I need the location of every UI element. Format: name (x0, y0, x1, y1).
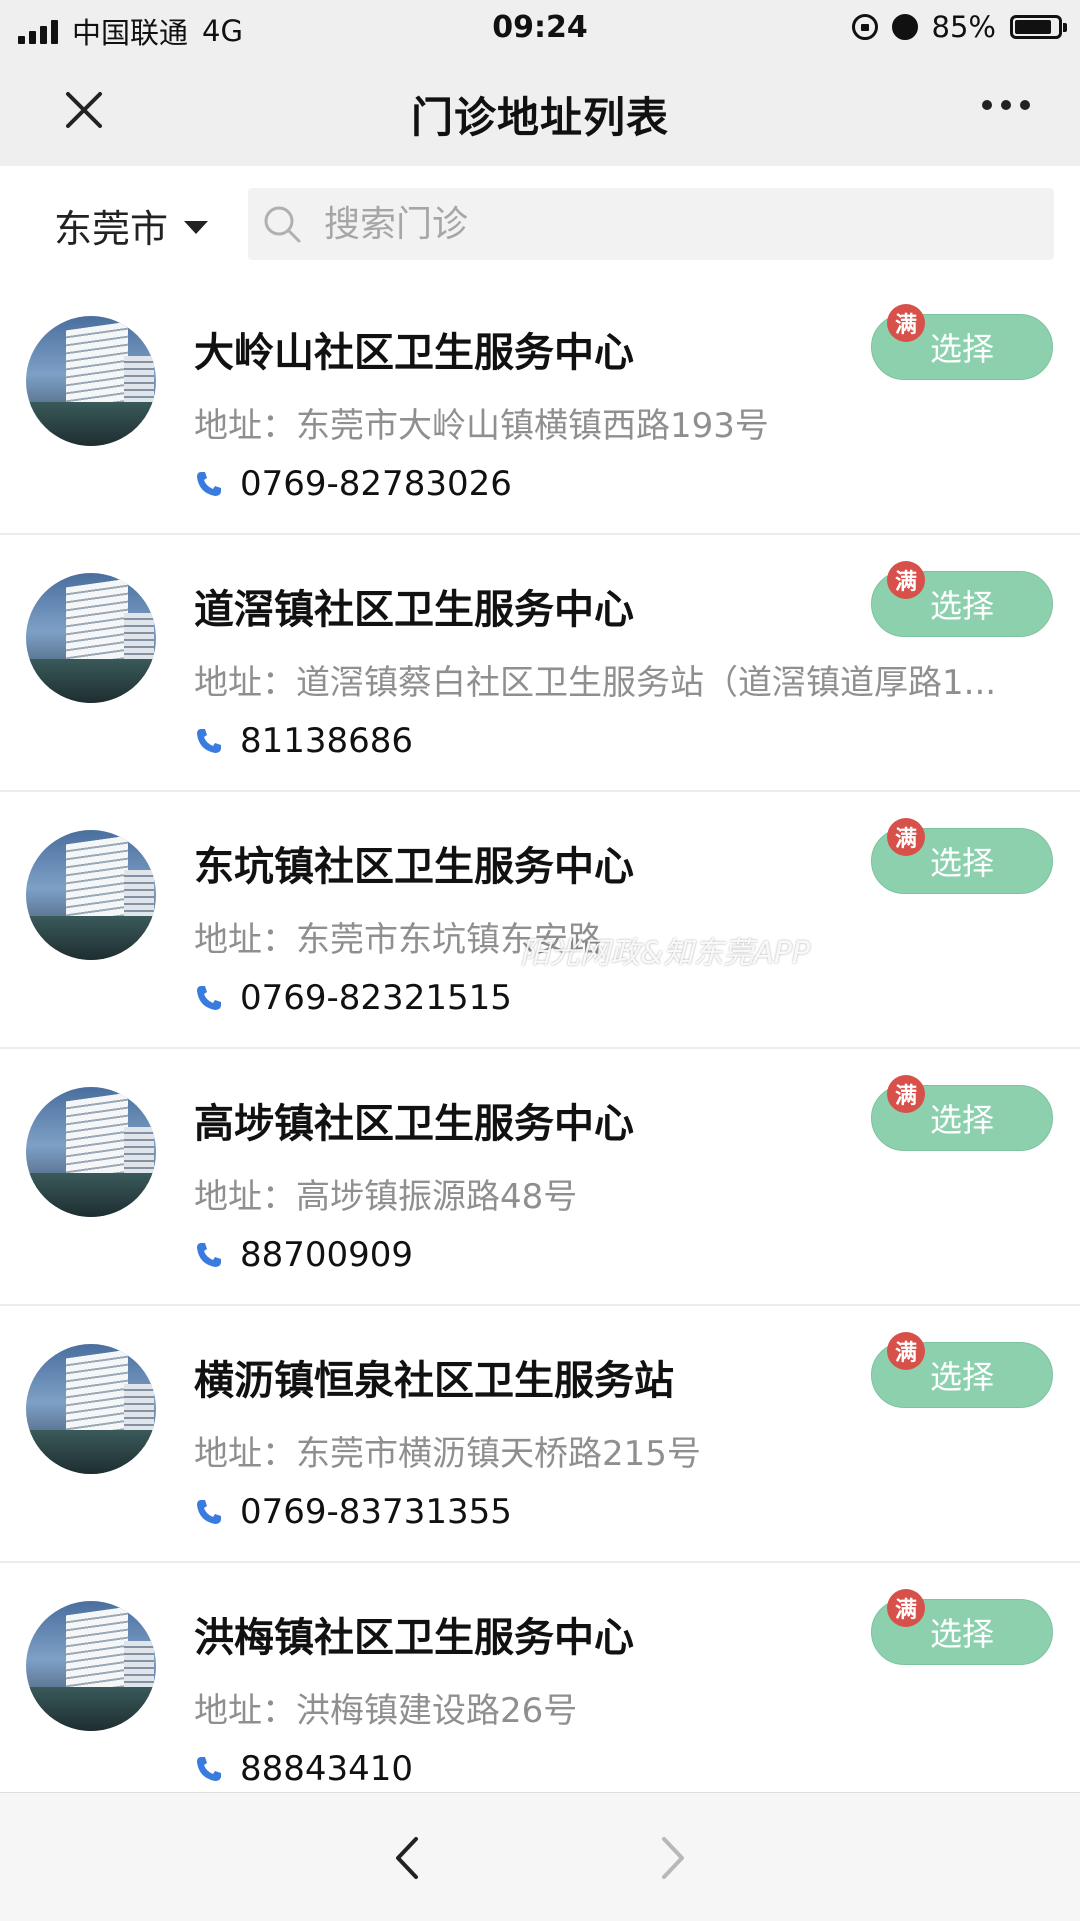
phone-icon (197, 1243, 221, 1267)
clinic-address: 地址：洪梅镇建设路26号 (194, 1683, 1046, 1732)
clinic-phone: 88700909 (240, 1235, 414, 1275)
full-badge: 满 (887, 818, 925, 856)
status-right: 85% (851, 10, 1067, 44)
address-label: 地址： (194, 1691, 296, 1731)
list-item: 道滘镇社区卫生服务中心 地址：道滘镇蔡白社区卫生服务站（道滘镇道厚路1... 8… (0, 535, 1080, 792)
address-label: 地址： (194, 406, 296, 446)
city-dropdown[interactable]: 东莞市 (54, 198, 209, 253)
phone-icon (197, 1757, 221, 1781)
page-title: 门诊地址列表 (410, 93, 669, 142)
full-badge: 满 (887, 1332, 925, 1370)
bottom-toolbar (0, 1792, 1080, 1921)
phone-icon (197, 472, 221, 496)
clinic-phone: 81138686 (240, 721, 414, 761)
search-box (248, 188, 1054, 260)
phone-row[interactable]: 0769-83731355 (194, 1492, 512, 1532)
address-label: 地址： (194, 1434, 296, 1474)
address-text: 洪梅镇建设路26号 (296, 1691, 578, 1731)
search-icon (264, 206, 301, 243)
filter-row: 东莞市 (0, 166, 1080, 278)
clinic-avatar (26, 1601, 156, 1731)
phone-row[interactable]: 81138686 (194, 721, 413, 761)
phone-icon (197, 986, 221, 1010)
address-text: 东莞市横沥镇天桥路215号 (296, 1434, 701, 1474)
phone-row[interactable]: 0769-82783026 (194, 464, 512, 504)
clinic-address: 地址：东莞市大岭山镇横镇西路193号 (194, 398, 1046, 447)
clinic-phone: 0769-83731355 (240, 1492, 512, 1532)
clinic-phone: 0769-82321515 (240, 978, 512, 1018)
clinic-name: 横沥镇恒泉社区卫生服务站 (194, 1358, 674, 1404)
battery-icon (1010, 15, 1067, 39)
clinic-address: 地址：东莞市横沥镇天桥路215号 (194, 1426, 1046, 1475)
phone-row[interactable]: 88700909 (194, 1235, 413, 1275)
clinic-avatar (26, 1344, 156, 1474)
phone-row[interactable]: 88843410 (194, 1749, 413, 1789)
list-item: 高埗镇社区卫生服务中心 地址：高埗镇振源路48号 88700909 选择 满 (0, 1049, 1080, 1306)
clinic-name: 洪梅镇社区卫生服务中心 (194, 1615, 634, 1661)
address-label: 地址： (194, 920, 296, 960)
alarm-icon (891, 14, 918, 40)
full-badge: 满 (887, 1075, 925, 1113)
phone-icon (197, 729, 221, 753)
list-item: 横沥镇恒泉社区卫生服务站 地址：东莞市横沥镇天桥路215号 0769-83731… (0, 1306, 1080, 1563)
phone-icon (197, 1500, 221, 1524)
chevron-right-icon[interactable] (650, 1833, 694, 1883)
rotation-lock-icon (851, 14, 878, 40)
clinic-phone: 88843410 (240, 1749, 414, 1789)
clinic-avatar (26, 573, 156, 703)
phone-row[interactable]: 0769-82321515 (194, 978, 512, 1018)
clinic-name: 高埗镇社区卫生服务中心 (194, 1101, 634, 1147)
address-label: 地址： (194, 663, 296, 703)
address-text: 高埗镇振源路48号 (296, 1177, 578, 1217)
status-bar: 中国联通 4G 09:24 85% (0, 0, 1080, 54)
more-icon[interactable] (982, 100, 1030, 110)
address-text: 道滘镇蔡白社区卫生服务站（道滘镇道厚路1... (296, 663, 997, 703)
chevron-left-icon[interactable] (386, 1833, 430, 1883)
clinic-name: 大岭山社区卫生服务中心 (194, 330, 634, 376)
list-item: 洪梅镇社区卫生服务中心 地址：洪梅镇建设路26号 88843410 选择 满 (0, 1563, 1080, 1820)
address-label: 地址： (194, 1177, 296, 1217)
clinic-name: 东坑镇社区卫生服务中心 (194, 844, 634, 890)
clinic-avatar (26, 316, 156, 446)
clinic-address: 地址：道滘镇蔡白社区卫生服务站（道滘镇道厚路1... (194, 655, 1046, 704)
caret-down-icon (184, 221, 209, 234)
clinic-address: 地址：高埗镇振源路48号 (194, 1169, 1046, 1218)
address-text: 东莞市大岭山镇横镇西路193号 (296, 406, 769, 446)
clinic-avatar (26, 830, 156, 960)
full-badge: 满 (887, 561, 925, 599)
full-badge: 满 (887, 1589, 925, 1627)
full-badge: 满 (887, 304, 925, 342)
city-label: 东莞市 (54, 207, 169, 251)
watermark: 阳光网政&知东莞APP (520, 936, 811, 971)
nav-bar: 门诊地址列表 (0, 54, 1080, 167)
battery-percent: 85% (931, 10, 996, 44)
search-input[interactable] (324, 188, 1024, 260)
list-item: 东坑镇社区卫生服务中心 地址：东莞市东坑镇东安路 0769-82321515 选… (0, 792, 1080, 1049)
clinic-list: 大岭山社区卫生服务中心 地址：东莞市大岭山镇横镇西路193号 0769-8278… (0, 278, 1080, 1820)
clinic-avatar (26, 1087, 156, 1217)
list-item: 大岭山社区卫生服务中心 地址：东莞市大岭山镇横镇西路193号 0769-8278… (0, 278, 1080, 535)
clinic-phone: 0769-82783026 (240, 464, 512, 504)
clinic-name: 道滘镇社区卫生服务中心 (194, 587, 634, 633)
